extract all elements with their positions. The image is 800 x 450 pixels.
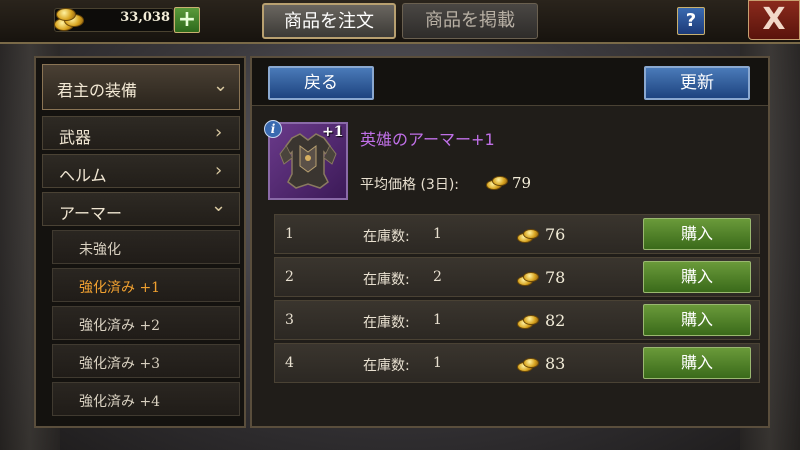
refresh-button[interactable]: 更新	[644, 66, 750, 100]
price-value: 76	[545, 225, 566, 244]
sidebar-item-weapon[interactable]: 武器 ›	[42, 116, 240, 150]
listing-panel: 戻る 更新 i +1 英雄のアーマー+1 平均価格 (3日): 79 1 在庫数…	[250, 56, 770, 428]
gold-coin-icon	[484, 174, 508, 192]
price-value: 83	[545, 354, 566, 373]
sub-item-enhanced-1[interactable]: 強化済み +1	[52, 268, 240, 302]
sidebar-item-label: ヘルム	[59, 166, 107, 185]
tab-list-items[interactable]: 商品を掲載	[402, 3, 538, 39]
sub-item-enhanced-4[interactable]: 強化済み +4	[52, 382, 240, 416]
sidebar-item-helm[interactable]: ヘルム ›	[42, 154, 240, 188]
add-gold-button[interactable]: +	[174, 7, 200, 33]
sub-item-enhanced-2[interactable]: 強化済み +2	[52, 306, 240, 340]
sidebar-item-label: 武器	[59, 128, 92, 147]
listing-row: 1 在庫数: 1 76 購入	[274, 214, 760, 254]
chevron-right-icon: ›	[215, 122, 223, 143]
row-number: 2	[285, 269, 294, 285]
stock-value: 1	[433, 355, 442, 371]
gold-coins-icon	[50, 4, 86, 34]
tab-order-items[interactable]: 商品を注文	[262, 3, 396, 39]
sub-item-label: 強化済み +4	[79, 394, 161, 410]
chevron-down-icon: ⌄	[213, 75, 229, 96]
sidebar-item-label: アーマー	[59, 204, 123, 223]
sub-item-unenhanced[interactable]: 未強化	[52, 230, 240, 264]
chevron-right-icon: ›	[215, 160, 223, 181]
average-price-label: 平均価格 (3日):	[360, 177, 459, 193]
row-number: 1	[285, 226, 294, 242]
category-dropdown[interactable]: 君主の装備 ⌄	[42, 64, 240, 110]
listing-row: 3 在庫数: 1 82 購入	[274, 300, 760, 340]
stock-label: 在庫数:	[363, 272, 410, 288]
price-value: 78	[545, 268, 566, 287]
gold-coin-icon	[515, 270, 539, 288]
stock-label: 在庫数:	[363, 315, 410, 331]
sub-item-enhanced-3[interactable]: 強化済み +3	[52, 344, 240, 378]
category-label: 君主の装備	[57, 81, 138, 100]
row-number: 4	[285, 355, 294, 371]
gold-coin-icon	[515, 356, 539, 374]
sidebar-item-armor[interactable]: アーマー ⌄	[42, 192, 240, 226]
gold-amount: 33,038	[120, 10, 170, 25]
chevron-down-icon: ⌄	[211, 195, 227, 216]
enhancement-tag: +1	[322, 124, 344, 140]
close-button[interactable]: X	[748, 0, 800, 40]
help-button[interactable]: ?	[677, 7, 705, 35]
sub-item-label: 未強化	[79, 242, 121, 258]
listing-row: 4 在庫数: 1 83 購入	[274, 343, 760, 383]
stock-value: 1	[433, 226, 442, 242]
row-number: 3	[285, 312, 294, 328]
info-icon[interactable]: i	[264, 120, 282, 138]
listing-row: 2 在庫数: 2 78 購入	[274, 257, 760, 297]
buy-button[interactable]: 購入	[643, 347, 751, 379]
buy-button[interactable]: 購入	[643, 304, 751, 336]
buy-button[interactable]: 購入	[643, 218, 751, 250]
sub-item-label: 強化済み +1	[79, 280, 161, 296]
buy-button[interactable]: 購入	[643, 261, 751, 293]
gold-coin-icon	[515, 227, 539, 245]
price-value: 82	[545, 311, 566, 330]
stock-label: 在庫数:	[363, 358, 410, 374]
average-price-value: 79	[512, 174, 532, 192]
top-bar: 33,038 + 商品を注文 商品を掲載 ? X	[0, 0, 800, 44]
sub-item-label: 強化済み +2	[79, 318, 161, 334]
stock-value: 2	[433, 269, 442, 285]
stock-value: 1	[433, 312, 442, 328]
listing-toolbar: 戻る 更新	[252, 58, 768, 106]
stock-label: 在庫数:	[363, 229, 410, 245]
sub-item-label: 強化済み +3	[79, 356, 161, 372]
gold-coin-icon	[515, 313, 539, 331]
back-button[interactable]: 戻る	[268, 66, 374, 100]
category-sidebar: 君主の装備 ⌄ 武器 › ヘルム › アーマー ⌄ 未強化 強化済み +1 強化…	[34, 56, 246, 428]
item-name: 英雄のアーマー+1	[360, 130, 495, 149]
